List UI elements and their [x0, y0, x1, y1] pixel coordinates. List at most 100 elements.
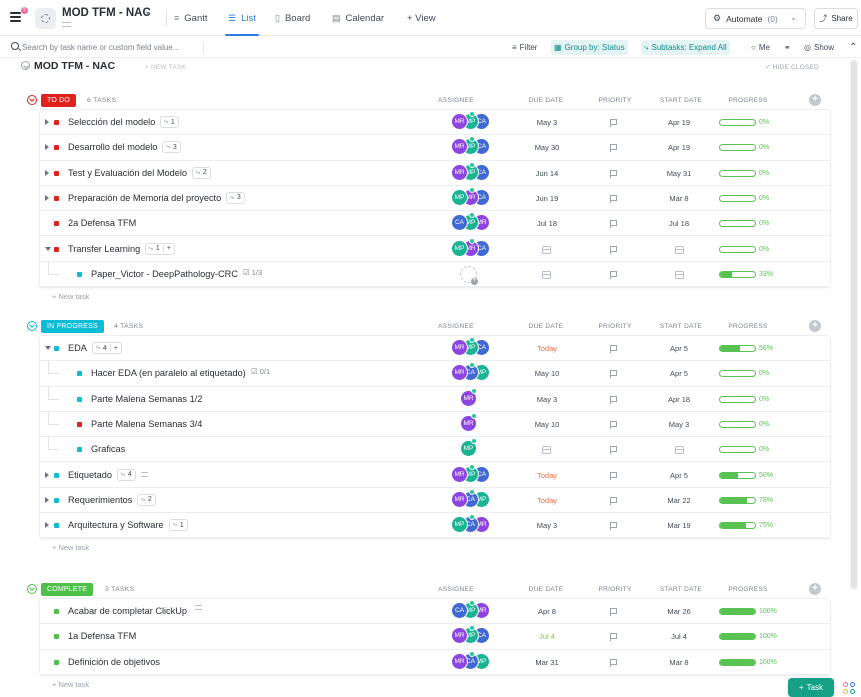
- assignee-stack[interactable]: MR: [445, 387, 495, 409]
- caret-right-icon[interactable]: [45, 144, 49, 151]
- new-task-link[interactable]: + NEW TASK: [145, 64, 186, 71]
- flag-icon[interactable]: [610, 119, 617, 127]
- status-badge[interactable]: TO DO: [41, 94, 77, 107]
- assignee-stack[interactable]: MR MP CA: [445, 161, 495, 183]
- start-date[interactable]: Apr 5: [652, 471, 706, 480]
- task-name[interactable]: 2a Defensa TFM: [68, 218, 136, 228]
- due-date[interactable]: May 3: [520, 395, 574, 404]
- start-date[interactable]: Apr 5: [652, 369, 706, 378]
- due-date[interactable]: May 3: [520, 118, 574, 127]
- collapse-group-icon[interactable]: [27, 584, 37, 594]
- due-date[interactable]: Jun 19: [520, 194, 574, 203]
- start-date[interactable]: May 31: [652, 169, 706, 178]
- assignee-stack[interactable]: MR CA MP: [445, 362, 495, 383]
- scrollbar[interactable]: [850, 60, 858, 590]
- status-square-icon[interactable]: [77, 371, 82, 377]
- calendar-icon[interactable]: [542, 270, 551, 279]
- table-row[interactable]: Requerimientos ⤷ 2 MR CA MP Today Mar 22 78%: [40, 487, 830, 514]
- status-badge[interactable]: IN PROGRESS: [41, 320, 104, 333]
- due-date[interactable]: Jun 14: [520, 169, 574, 178]
- chevron-up-icon[interactable]: ⌃: [846, 40, 860, 55]
- new-task-link[interactable]: + New task: [52, 292, 89, 301]
- checklist-badge[interactable]: ☑ 1/3: [243, 268, 262, 277]
- assignee-stack[interactable]: MP MR CA: [445, 237, 495, 259]
- flag-icon[interactable]: [610, 370, 617, 379]
- status-square-icon[interactable]: [54, 195, 59, 201]
- col-start-date[interactable]: START DATE: [651, 323, 711, 330]
- caret-right-icon[interactable]: [45, 496, 49, 503]
- add-task-button[interactable]: + Task: [788, 678, 834, 697]
- col-assignee[interactable]: ASSIGNEE: [426, 323, 486, 330]
- start-date[interactable]: May 3: [652, 420, 706, 429]
- status-square-icon[interactable]: [54, 170, 59, 176]
- col-priority[interactable]: PRIORITY: [585, 323, 645, 330]
- flag-icon[interactable]: [610, 194, 617, 203]
- caret-right-icon[interactable]: [45, 169, 49, 176]
- task-name[interactable]: Acabar de completar ClickUp: [68, 606, 187, 616]
- new-task-link[interactable]: + New task: [52, 680, 89, 689]
- status-square-icon[interactable]: [54, 246, 59, 252]
- task-name[interactable]: Paper_Victor - DeepPathology-CRC: [91, 269, 238, 279]
- description-icon[interactable]: [62, 22, 71, 27]
- status-square-icon[interactable]: [54, 145, 59, 151]
- notification-badge[interactable]: 5: [21, 7, 28, 14]
- me-button[interactable]: ○ Me: [748, 40, 773, 55]
- status-square-icon[interactable]: [54, 659, 59, 665]
- calendar-plus-icon[interactable]: [675, 245, 684, 254]
- add-column-icon[interactable]: +: [809, 583, 821, 595]
- calendar-plus-icon[interactable]: [675, 446, 684, 455]
- space-icon[interactable]: [35, 8, 56, 29]
- col-progress[interactable]: PROGRESS: [718, 97, 778, 104]
- checklist-badge[interactable]: ☑ 0/1: [251, 367, 270, 376]
- avatar[interactable]: MR: [451, 652, 468, 670]
- flag-icon[interactable]: [610, 658, 617, 667]
- flag-icon[interactable]: [610, 345, 617, 353]
- avatar[interactable]: MR: [451, 339, 468, 356]
- flag-icon[interactable]: [610, 144, 617, 153]
- due-date[interactable]: May 10: [520, 420, 574, 429]
- col-assignee[interactable]: ASSIGNEE: [426, 586, 486, 593]
- caret-right-icon[interactable]: [45, 119, 49, 125]
- subtask-count-badge[interactable]: ⤷ 2: [192, 166, 211, 179]
- scrollbar-thumb[interactable]: [851, 60, 857, 588]
- subtask-row[interactable]: Parte Malena Semanas 3/4 MR May 10 May 3 0%: [40, 411, 830, 438]
- status-square-icon[interactable]: [54, 497, 59, 503]
- status-square-icon[interactable]: [77, 396, 82, 402]
- col-progress[interactable]: PROGRESS: [718, 323, 778, 330]
- assignee-stack[interactable]: MR: [445, 412, 495, 434]
- tab-calendar[interactable]: ▤ Calendar: [332, 0, 384, 36]
- calendar-plus-icon[interactable]: [675, 270, 684, 279]
- search-input[interactable]: [22, 40, 202, 55]
- caret-right-icon[interactable]: [45, 471, 49, 478]
- start-date[interactable]: Apr 5: [652, 344, 706, 353]
- chevron-down-icon[interactable]: ▾: [146, 9, 150, 18]
- table-row[interactable]: Acabar de completar ClickUp CA MP MR Apr 8 Ma…: [40, 599, 830, 625]
- page-title[interactable]: MOD TFM - NAC: [62, 7, 151, 19]
- subtask-count-badge[interactable]: ⤷ 1 +: [145, 242, 175, 255]
- status-square-icon[interactable]: [54, 634, 59, 640]
- task-name[interactable]: Test y Evaluación del Modelo: [68, 168, 187, 178]
- task-name[interactable]: Requerimientos: [68, 495, 132, 505]
- due-date[interactable]: Jul 4: [520, 632, 574, 641]
- status-square-icon[interactable]: [54, 221, 59, 227]
- table-row[interactable]: 2a Defensa TFM CA MP MR Jul 18 Jul 18 0%: [40, 211, 830, 237]
- table-row[interactable]: Selección del modelo ⤷ 1 MR MP CA May 3 Apr 19 0…: [40, 110, 830, 136]
- task-name[interactable]: 1a Defensa TFM: [68, 631, 136, 641]
- caret-right-icon[interactable]: [45, 194, 49, 201]
- col-priority[interactable]: PRIORITY: [585, 97, 645, 104]
- assignee-stack[interactable]: CA MP MR: [445, 212, 495, 233]
- avatar[interactable]: MP: [451, 239, 468, 257]
- flag-icon[interactable]: [610, 420, 617, 429]
- avatar[interactable]: MP: [451, 188, 468, 206]
- group-by-button[interactable]: ▦ Group by: Status: [551, 40, 628, 55]
- assignee-stack[interactable]: CA MP MR: [445, 600, 495, 621]
- subtask-count-badge[interactable]: ⤷ 4: [117, 468, 136, 481]
- table-row[interactable]: Arquitectura y Software ⤷ 1 MP CA MR May 3 Mar …: [40, 513, 830, 539]
- subtask-count-badge[interactable]: ⤷ 4 +: [92, 342, 122, 354]
- task-name[interactable]: Definición de objetivos: [68, 657, 160, 667]
- subtask-row[interactable]: Hacer EDA (en paralelo al etiquetado) ☑ 0/…: [40, 361, 830, 387]
- status-square-icon[interactable]: [54, 346, 59, 351]
- tab-list[interactable]: ☰ List: [225, 0, 259, 36]
- show-button[interactable]: ◎ Show: [801, 40, 837, 55]
- assignee-stack[interactable]: MP MR CA: [445, 186, 495, 208]
